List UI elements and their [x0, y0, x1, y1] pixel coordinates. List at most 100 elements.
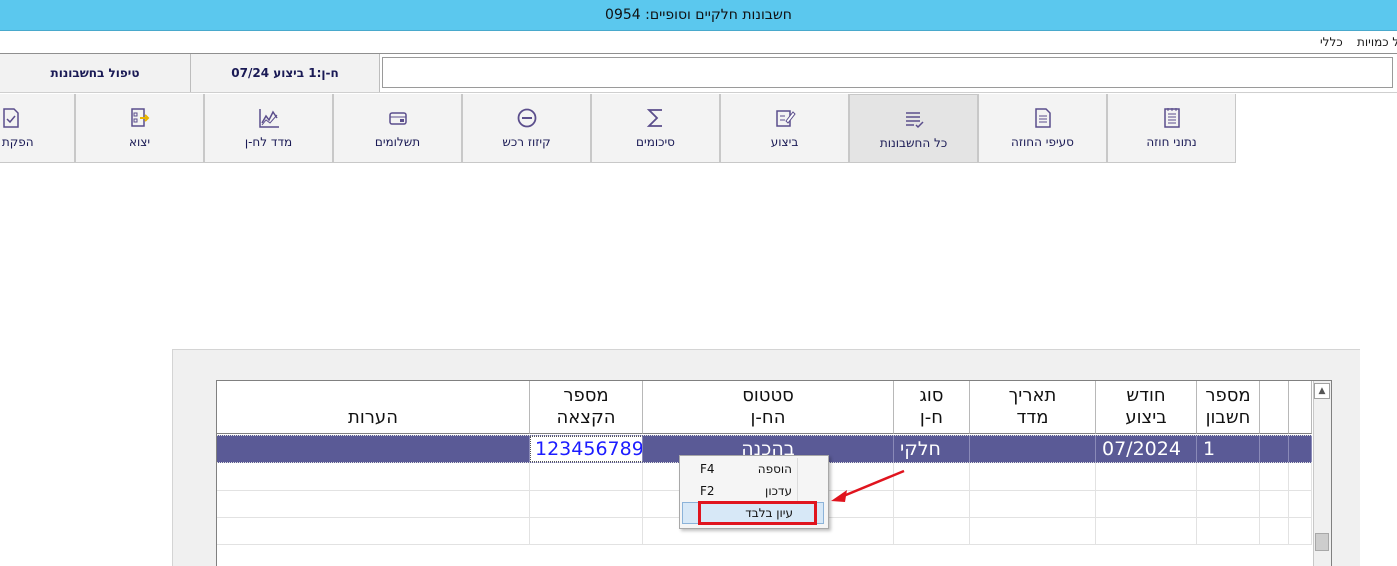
tab-label: נתוני חוזה	[1146, 135, 1197, 149]
row-cell-empty	[1197, 490, 1260, 517]
menu-item-label: הוספה	[757, 462, 792, 476]
row-cell-empty	[217, 463, 530, 490]
context-menu-item-add[interactable]: הוספה F4	[682, 458, 824, 480]
row-cell-empty	[217, 517, 530, 544]
grid-vertical-scrollbar[interactable]: ▲	[1313, 381, 1331, 566]
menu-item-shortcut: F4	[700, 462, 715, 476]
header-line: סוג	[919, 385, 944, 406]
row-cell-empty	[1260, 463, 1289, 490]
tab-issue[interactable]: הפקת אי	[0, 94, 75, 163]
current-account-label: ח-ן:1 ביצוע 07/24	[191, 54, 380, 92]
tab-execution[interactable]: ביצוע	[720, 94, 849, 163]
row-cell-empty	[1289, 517, 1312, 544]
column-header-notes[interactable]: הערות	[217, 381, 530, 434]
header-line: ח-ן	[919, 407, 944, 428]
menu-item-quantities[interactable]: ניהול כמויות	[1357, 35, 1397, 49]
header-line: מספר	[563, 385, 609, 406]
column-header-account-no[interactable]: מספר חשבון	[1197, 381, 1260, 434]
tab-label: כל החשבונות	[879, 135, 948, 150]
tab-contract-data[interactable]: נתוני חוזה	[1107, 94, 1236, 163]
menu-item-shortcut: F2	[700, 484, 715, 498]
tab-contract-items[interactable]: סעיפי החוזה	[978, 94, 1107, 163]
tab-all-accounts[interactable]: כל החשבונות	[849, 94, 978, 163]
tab-label: תשלומים	[374, 135, 421, 149]
cell-index-date[interactable]	[970, 436, 1096, 462]
row-cell-empty	[970, 490, 1096, 517]
header-line: הקצאה	[556, 407, 616, 428]
current-account-text: ח-ן:1 ביצוע 07/24	[231, 66, 339, 80]
sigma-icon	[645, 107, 667, 129]
row-cell-empty	[894, 517, 970, 544]
header-line: חודש	[1126, 385, 1166, 406]
header-line: הח-ן	[750, 407, 786, 428]
header-line: ביצוע	[1125, 407, 1167, 428]
lines-check-icon	[903, 108, 925, 130]
tab-label: הפקת אי	[0, 135, 34, 149]
row-cell-empty	[970, 463, 1096, 490]
info-input-field[interactable]	[382, 57, 1393, 88]
tab-label: ביצוע	[770, 135, 799, 149]
cell-notes[interactable]	[217, 436, 530, 462]
column-header-account-type[interactable]: סוג ח-ן	[894, 381, 970, 434]
row-cell-empty	[1289, 490, 1312, 517]
highlight-box	[698, 501, 817, 525]
cell-account-no[interactable]: 1	[1197, 436, 1260, 462]
wallet-icon	[387, 107, 409, 129]
row-cell-empty	[1096, 490, 1197, 517]
export-icon	[129, 107, 151, 129]
window-titlebar: 0954 :חשבונות חלקיים וסופיים	[0, 0, 1397, 31]
tab-account-index[interactable]: מדד לח-ן	[204, 94, 333, 163]
cell-exec-month[interactable]: 07/2024	[1096, 436, 1197, 462]
menu-bar: כללי ניהול כמויות	[0, 31, 1397, 54]
info-bar: טיפול בחשבונות ח-ן:1 ביצוע 07/24	[0, 54, 1397, 93]
grid-header-spacer	[1260, 381, 1289, 434]
cell-account-type[interactable]: חלקי	[894, 436, 970, 462]
document-list-icon	[1161, 107, 1183, 129]
tab-label: מדד לח-ן	[244, 135, 293, 149]
header-line: מספר	[1205, 385, 1251, 406]
row-cell-empty	[1289, 463, 1312, 490]
tab-summaries[interactable]: סיכומים	[591, 94, 720, 163]
tab-export[interactable]: יצוא	[75, 94, 204, 163]
row-cell-spacer	[1289, 436, 1312, 462]
tab-label: סעיפי החוזה	[1011, 135, 1074, 149]
row-cell-empty	[1197, 463, 1260, 490]
tabs-toolbar: נתוני חוזה סעיפי החוזה כל החשבונות ביצוע…	[0, 94, 1240, 164]
header-line: סטטוס	[742, 385, 794, 406]
window-title: 0954 :חשבונות חלקיים וסופיים	[605, 7, 792, 23]
grid-header-spacer	[1289, 381, 1312, 434]
scrollbar-thumb[interactable]	[1315, 533, 1329, 551]
check-document-icon	[0, 107, 22, 129]
column-header-index-date[interactable]: תאריך מדד	[970, 381, 1096, 434]
menu-item-label: עדכון	[765, 484, 792, 498]
context-menu-item-update[interactable]: עדכון F2	[682, 480, 824, 502]
row-cell-empty	[530, 517, 643, 544]
document-lines-icon	[1032, 107, 1054, 129]
handling-accounts-text: טיפול בחשבונות	[50, 66, 140, 80]
scroll-up-icon[interactable]: ▲	[1314, 383, 1330, 399]
row-cell-empty	[1260, 490, 1289, 517]
row-cell-empty	[1096, 463, 1197, 490]
row-cell-empty	[217, 490, 530, 517]
header-line: מדד	[1016, 407, 1049, 428]
tab-label: סיכומים	[636, 135, 675, 149]
column-header-exec-month[interactable]: חודש ביצוע	[1096, 381, 1197, 434]
tab-payments[interactable]: תשלומים	[333, 94, 462, 163]
column-header-status[interactable]: סטטוס הח-ן	[643, 381, 894, 434]
header-line: הערות	[348, 407, 398, 428]
handling-accounts-label: טיפול בחשבונות	[0, 54, 191, 92]
cell-budget-no[interactable]: 123456789	[530, 436, 643, 462]
line-chart-icon	[258, 107, 280, 129]
row-cell-empty	[530, 490, 643, 517]
tab-label: קיזוז רכש	[502, 135, 551, 149]
row-cell-spacer	[1260, 436, 1289, 462]
menu-item-general[interactable]: כללי	[1320, 35, 1343, 49]
row-cell-empty	[970, 517, 1096, 544]
row-cell-empty	[1197, 517, 1260, 544]
row-cell-empty	[530, 463, 643, 490]
tab-purchase-offset[interactable]: קיזוז רכש	[462, 94, 591, 163]
column-header-budget-no[interactable]: מספר הקצאה	[530, 381, 643, 434]
row-cell-empty	[1260, 517, 1289, 544]
header-line: חשבון	[1205, 407, 1251, 428]
row-cell-empty	[1096, 517, 1197, 544]
